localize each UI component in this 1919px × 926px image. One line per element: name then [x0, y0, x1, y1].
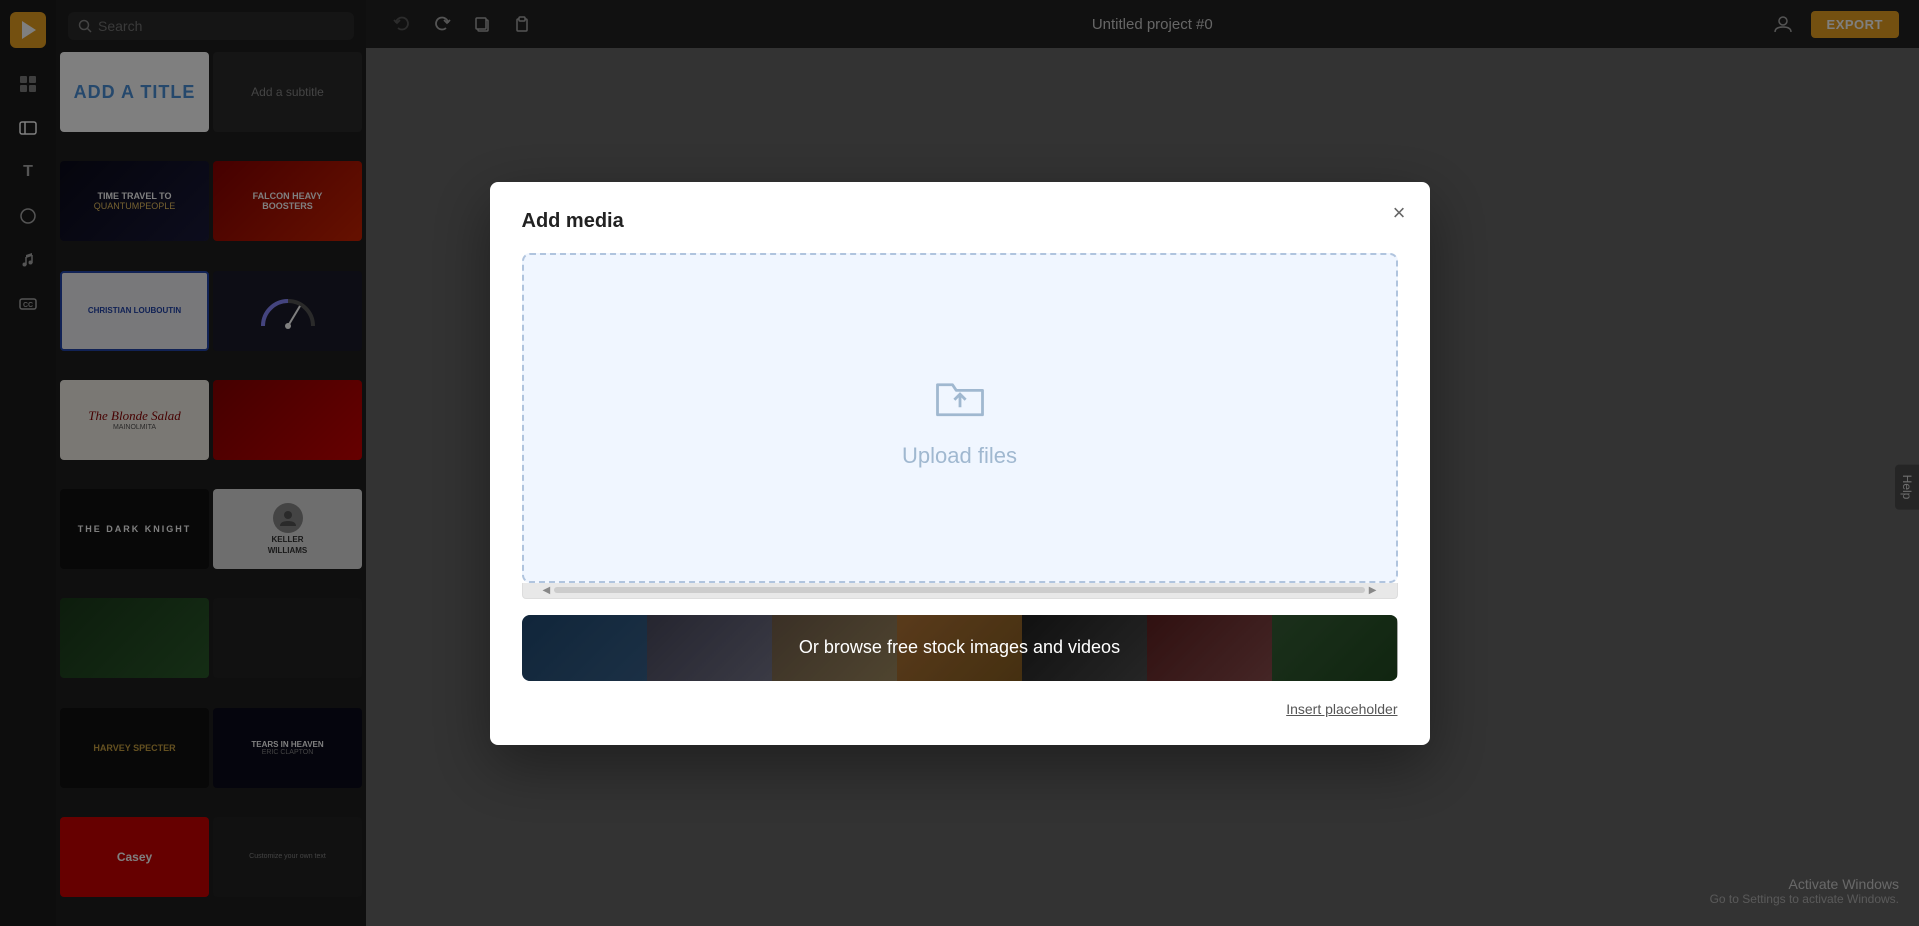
- scroll-right-arrow[interactable]: ▶: [1365, 585, 1381, 596]
- scroll-bar[interactable]: [554, 587, 1365, 593]
- upload-area[interactable]: Upload files: [522, 253, 1398, 583]
- modal-overlay[interactable]: Add media × Upload files ◀ ▶: [0, 0, 1919, 926]
- browse-stock-button[interactable]: Or browse free stock images and videos: [522, 615, 1398, 681]
- upload-icon: [930, 366, 990, 431]
- scroll-left-arrow[interactable]: ◀: [539, 585, 555, 596]
- modal-close-button[interactable]: ×: [1393, 202, 1406, 224]
- insert-placeholder-link[interactable]: Insert placeholder: [522, 701, 1398, 717]
- browse-overlay: Or browse free stock images and videos: [522, 615, 1398, 681]
- modal-title: Add media: [522, 210, 1398, 233]
- add-media-modal: Add media × Upload files ◀ ▶: [490, 182, 1430, 745]
- scroll-track: ◀ ▶: [522, 583, 1398, 599]
- browse-stock-text: Or browse free stock images and videos: [799, 637, 1120, 658]
- upload-text: Upload files: [902, 443, 1017, 469]
